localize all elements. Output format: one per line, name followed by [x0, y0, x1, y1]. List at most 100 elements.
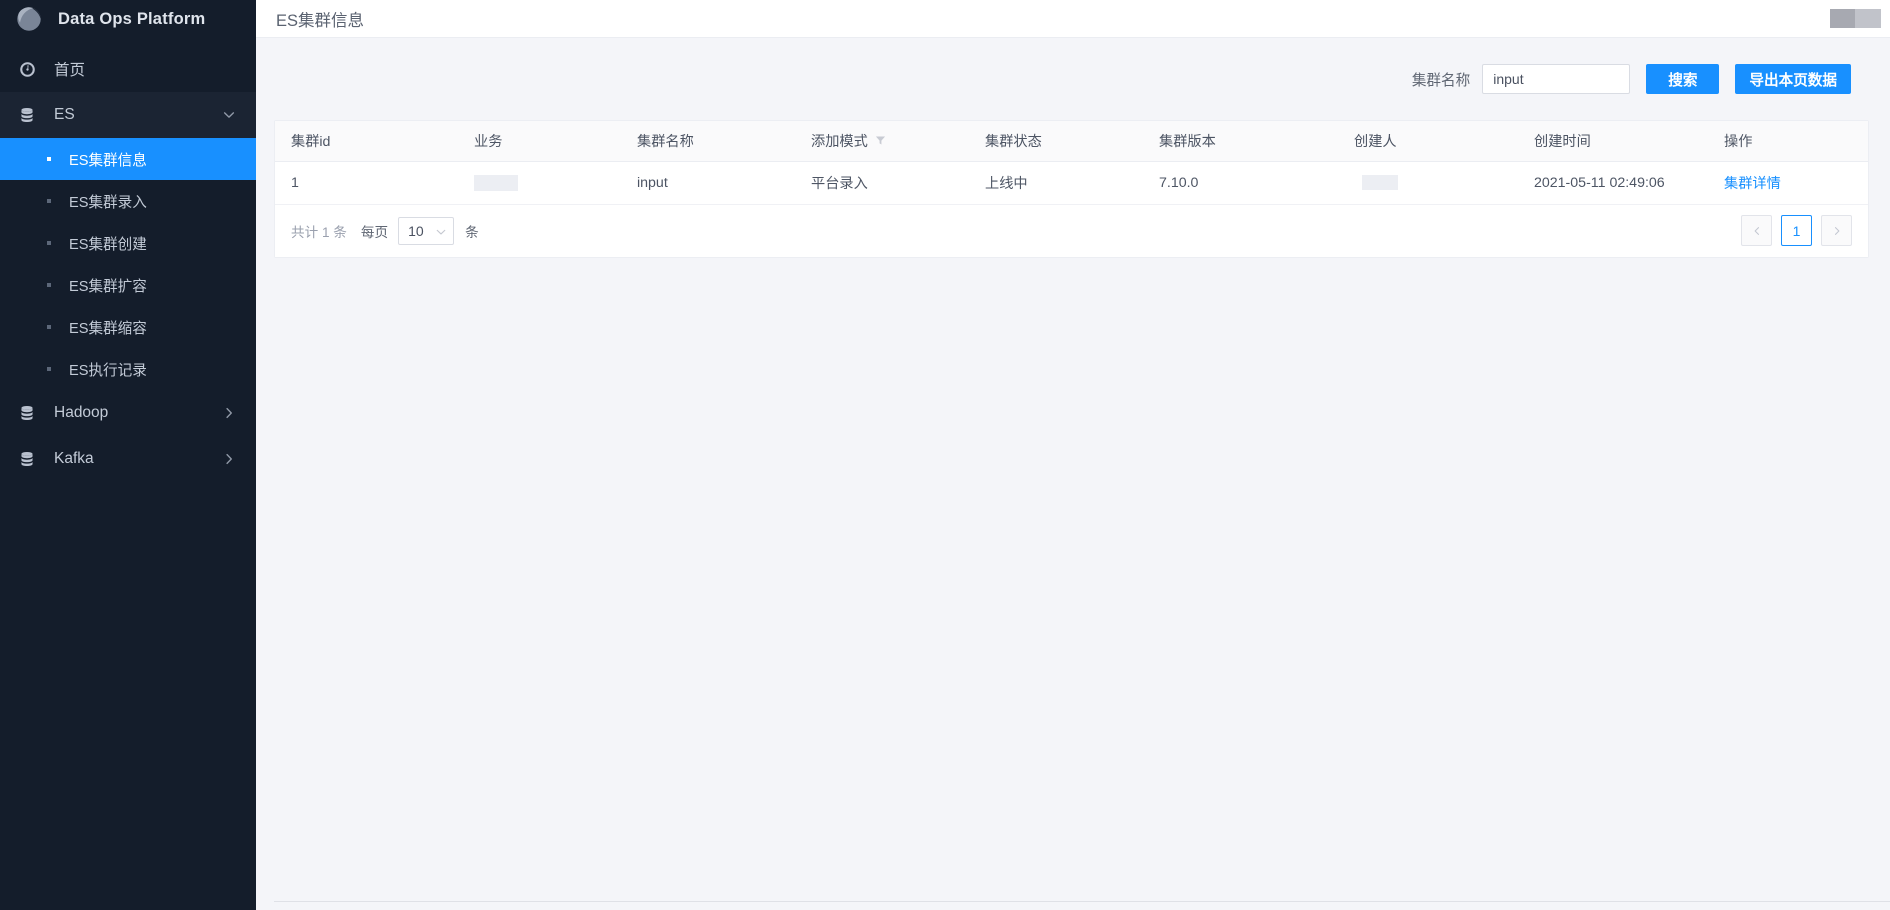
pagination-prev-button[interactable] [1741, 215, 1772, 246]
sidebar-group-es[interactable]: ES [0, 92, 256, 138]
table-header-row: 集群id 业务 集群名称 添加模式 集群状态 集群版本 创建人 创建时间 操作 [275, 121, 1868, 162]
sidebar-group-hadoop[interactable]: Hadoop [0, 390, 256, 436]
content-region: 集群名称 搜索 导出本页数据 [256, 38, 1890, 910]
sidebar-subitem-label: ES集群创建 [69, 236, 147, 253]
column-header-add-mode[interactable]: 添加模式 [795, 121, 969, 162]
redacted-block [1362, 175, 1398, 191]
sidebar-nav: 首页 ES ES集群信息 ES集群录入 ES集群创建 ES集群扩容 ES集群缩容… [0, 46, 256, 482]
sidebar-subitem-label: ES集群扩容 [69, 278, 147, 295]
redacted-block [474, 174, 518, 191]
redacted-block [1830, 9, 1855, 28]
sidebar-item-es-cluster-import[interactable]: ES集群录入 [0, 180, 256, 222]
column-header-label: 集群状态 [985, 133, 1042, 150]
column-header-label: 业务 [474, 133, 503, 150]
chevron-down-icon [436, 229, 446, 235]
filter-toolbar: 集群名称 搜索 导出本页数据 [274, 38, 1879, 120]
cluster-table-head: 集群id 业务 集群名称 添加模式 集群状态 集群版本 创建人 创建时间 操作 [275, 121, 1868, 162]
per-page-value: 10 [408, 222, 424, 239]
cluster-table: 集群id 业务 集群名称 添加模式 集群状态 集群版本 创建人 创建时间 操作 … [275, 121, 1868, 205]
sidebar-group-label-kafka: Kafka [54, 450, 94, 467]
column-header-cluster-name: 集群名称 [621, 121, 795, 162]
bullet-icon [47, 283, 51, 287]
column-header-label: 集群名称 [637, 133, 694, 150]
database-stack-icon [14, 446, 40, 472]
topbar: ES集群信息 [256, 0, 1890, 38]
per-page-label: 每页 [360, 224, 389, 240]
pagination-summary: 共计 1 条 每页 10 条 [291, 216, 479, 245]
column-header-label: 添加模式 [811, 133, 868, 150]
sidebar-group-kafka[interactable]: Kafka [0, 436, 256, 482]
chevron-left-icon [1754, 226, 1759, 235]
app-root: Data Ops Platform 首页 ES ES集群信息 ES集群录入 ES… [0, 0, 1890, 910]
chevron-right-icon [1834, 226, 1839, 235]
redacted-block [1855, 9, 1881, 28]
cell-business [458, 161, 621, 205]
column-header-label: 集群id [291, 133, 331, 150]
pagination-bar: 共计 1 条 每页 10 条 1 [275, 204, 1868, 257]
column-header-cluster-id: 集群id [275, 121, 458, 162]
sidebar-item-es-cluster-shrink[interactable]: ES集群缩容 [0, 306, 256, 348]
cell-cluster-status: 上线中 [969, 161, 1143, 205]
cluster-name-input[interactable] [1482, 64, 1631, 94]
chevron-down-icon [223, 112, 235, 118]
sidebar-subitem-label: ES集群录入 [69, 194, 147, 211]
column-header-created-at: 创建时间 [1518, 121, 1708, 162]
chevron-right-icon [226, 453, 232, 465]
cluster-table-card: 集群id 业务 集群名称 添加模式 集群状态 集群版本 创建人 创建时间 操作 … [274, 120, 1869, 258]
sidebar-group-label-es: ES [54, 106, 75, 123]
sidebar-item-es-cluster-info[interactable]: ES集群信息 [0, 138, 256, 180]
sidebar-submenu-es: ES集群信息 ES集群录入 ES集群创建 ES集群扩容 ES集群缩容 ES执行记… [0, 138, 256, 390]
column-header-label: 操作 [1724, 133, 1753, 150]
user-account-redacted[interactable] [1830, 9, 1881, 28]
dashboard-gauge-icon [14, 56, 40, 82]
column-header-cluster-version: 集群版本 [1143, 121, 1338, 162]
column-header-cluster-status: 集群状态 [969, 121, 1143, 162]
brand-title: Data Ops Platform [58, 9, 206, 28]
sidebar-subitem-label: ES执行记录 [69, 362, 147, 379]
pagination-controls: 1 [1741, 215, 1852, 246]
bullet-icon [47, 367, 51, 371]
database-stack-icon [14, 102, 40, 128]
export-page-data-button[interactable]: 导出本页数据 [1735, 64, 1851, 94]
sidebar-subitem-label: ES集群缩容 [69, 320, 147, 337]
total-count-text: 共计 1 条 [291, 224, 347, 240]
database-stack-icon [14, 400, 40, 426]
sidebar-item-home[interactable]: 首页 [0, 46, 256, 92]
funnel-filter-icon[interactable] [875, 135, 886, 146]
pagination-next-button[interactable] [1821, 215, 1852, 246]
chevron-right-icon [226, 407, 232, 419]
sidebar-item-es-cluster-create[interactable]: ES集群创建 [0, 222, 256, 264]
horizontal-scrollbar[interactable] [274, 901, 1890, 910]
table-row[interactable]: 1 input 平台录入 上线中 7.10.0 2021-05-11 02:49… [275, 161, 1868, 205]
cell-cluster-id: 1 [275, 161, 458, 205]
cluster-detail-link[interactable]: 集群详情 [1724, 176, 1781, 192]
sidebar-subitem-label: ES集群信息 [69, 152, 147, 169]
search-button[interactable]: 搜索 [1646, 64, 1720, 94]
bullet-icon [47, 241, 51, 245]
sidebar-item-label-home: 首页 [54, 62, 86, 79]
cell-creator [1338, 161, 1518, 205]
sidebar-item-es-cluster-expand[interactable]: ES集群扩容 [0, 264, 256, 306]
cell-created-at: 2021-05-11 02:49:06 [1518, 161, 1708, 205]
page-title: ES集群信息 [276, 11, 365, 30]
cluster-name-label: 集群名称 [1411, 72, 1471, 89]
column-header-label: 创建人 [1354, 133, 1397, 150]
cell-add-mode: 平台录入 [795, 161, 969, 205]
per-page-select[interactable]: 10 [398, 216, 455, 245]
column-header-label: 集群版本 [1159, 133, 1216, 150]
bullet-icon [47, 199, 51, 203]
cell-cluster-name: input [621, 161, 795, 205]
column-header-label: 创建时间 [1534, 133, 1591, 150]
column-header-creator: 创建人 [1338, 121, 1518, 162]
column-header-business: 业务 [458, 121, 621, 162]
sidebar-item-es-exec-records[interactable]: ES执行记录 [0, 348, 256, 390]
cluster-table-body: 1 input 平台录入 上线中 7.10.0 2021-05-11 02:49… [275, 161, 1868, 205]
scrollbar-thumb[interactable] [274, 903, 1814, 910]
pagination-page-1[interactable]: 1 [1781, 215, 1812, 246]
cell-cluster-version: 7.10.0 [1143, 161, 1338, 205]
column-header-actions: 操作 [1708, 121, 1868, 162]
per-page-unit: 条 [465, 224, 479, 240]
sphere-logo-icon [17, 7, 41, 31]
sidebar-group-label-hadoop: Hadoop [54, 404, 109, 421]
brand[interactable]: Data Ops Platform [0, 0, 256, 38]
